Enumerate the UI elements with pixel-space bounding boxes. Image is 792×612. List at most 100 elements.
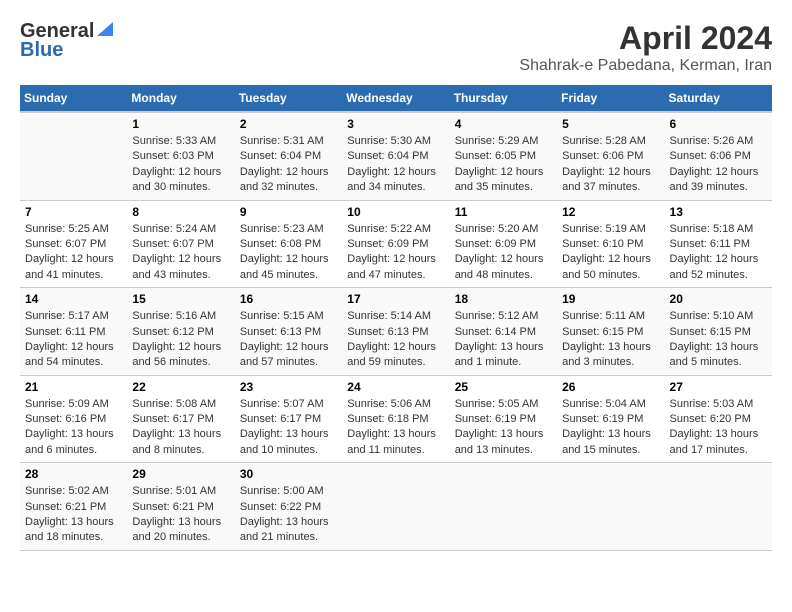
- day-info: Sunrise: 5:08 AM Sunset: 6:17 PM Dayligh…: [132, 397, 229, 459]
- day-number: 25: [455, 380, 552, 394]
- weekday-header-wednesday: Wednesday: [342, 85, 449, 112]
- day-info: Sunrise: 5:09 AM Sunset: 6:16 PM Dayligh…: [25, 397, 122, 459]
- day-number: 23: [240, 380, 337, 394]
- calendar-cell: 20 Sunrise: 5:10 AM Sunset: 6:15 PM Dayli…: [665, 288, 772, 376]
- calendar-cell: 5 Sunrise: 5:28 AM Sunset: 6:06 PM Daylig…: [557, 112, 664, 200]
- day-number: 24: [347, 380, 444, 394]
- day-number: 15: [132, 292, 229, 306]
- logo-blue-text: Blue: [20, 39, 63, 62]
- weekday-header-row: SundayMondayTuesdayWednesdayThursdayFrid…: [20, 85, 772, 112]
- calendar-cell: 17 Sunrise: 5:14 AM Sunset: 6:13 PM Dayli…: [342, 288, 449, 376]
- calendar-cell: 6Sunrise: 5:26 AM Sunset: 6:06 PM Daylig…: [665, 112, 772, 200]
- day-info: Sunrise: 5:23 AM Sunset: 6:08 PM Dayligh…: [240, 222, 337, 284]
- day-info: Sunrise: 5:33 AM Sunset: 6:03 PM Dayligh…: [132, 134, 229, 196]
- week-row-5: 28 Sunrise: 5:02 AM Sunset: 6:21 PM Dayli…: [20, 463, 772, 551]
- day-number: 10: [347, 205, 444, 219]
- day-info: Sunrise: 5:31 AM Sunset: 6:04 PM Dayligh…: [240, 134, 337, 196]
- calendar-cell: [20, 112, 127, 200]
- day-info: Sunrise: 5:25 AM Sunset: 6:07 PM Dayligh…: [25, 222, 122, 284]
- calendar-cell: 28 Sunrise: 5:02 AM Sunset: 6:21 PM Dayli…: [20, 463, 127, 551]
- day-number: 18: [455, 292, 552, 306]
- calendar-cell: 18 Sunrise: 5:12 AM Sunset: 6:14 PM Dayli…: [450, 288, 557, 376]
- logo: General Blue: [20, 20, 113, 62]
- calendar-cell: [665, 463, 772, 551]
- weekday-header-sunday: Sunday: [20, 85, 127, 112]
- calendar-cell: 26 Sunrise: 5:04 AM Sunset: 6:19 PM Dayli…: [557, 375, 664, 463]
- calendar-cell: 8Sunrise: 5:24 AM Sunset: 6:07 PM Daylig…: [127, 200, 234, 288]
- day-info: Sunrise: 5:17 AM Sunset: 6:11 PM Dayligh…: [25, 309, 122, 371]
- day-info: Sunrise: 5:19 AM Sunset: 6:10 PM Dayligh…: [562, 222, 659, 284]
- day-info: Sunrise: 5:14 AM Sunset: 6:13 PM Dayligh…: [347, 309, 444, 371]
- day-number: 12: [562, 205, 659, 219]
- day-info: Sunrise: 5:20 AM Sunset: 6:09 PM Dayligh…: [455, 222, 552, 284]
- day-info: Sunrise: 5:16 AM Sunset: 6:12 PM Dayligh…: [132, 309, 229, 371]
- day-number: 1: [132, 117, 229, 131]
- day-info: Sunrise: 5:07 AM Sunset: 6:17 PM Dayligh…: [240, 397, 337, 459]
- day-number: 30: [240, 467, 337, 481]
- calendar-cell: 12 Sunrise: 5:19 AM Sunset: 6:10 PM Dayli…: [557, 200, 664, 288]
- calendar-cell: 25 Sunrise: 5:05 AM Sunset: 6:19 PM Dayli…: [450, 375, 557, 463]
- day-number: 14: [25, 292, 122, 306]
- day-info: Sunrise: 5:26 AM Sunset: 6:06 PM Dayligh…: [670, 134, 767, 196]
- calendar-cell: 29 Sunrise: 5:01 AM Sunset: 6:21 PM Dayli…: [127, 463, 234, 551]
- calendar-cell: 3 Sunrise: 5:30 AM Sunset: 6:04 PM Daylig…: [342, 112, 449, 200]
- day-number: 28: [25, 467, 122, 481]
- week-row-1: 1 Sunrise: 5:33 AM Sunset: 6:03 PM Daylig…: [20, 112, 772, 200]
- calendar-cell: 7 Sunrise: 5:25 AM Sunset: 6:07 PM Daylig…: [20, 200, 127, 288]
- calendar-cell: 2 Sunrise: 5:31 AM Sunset: 6:04 PM Daylig…: [235, 112, 342, 200]
- week-row-4: 21 Sunrise: 5:09 AM Sunset: 6:16 PM Dayli…: [20, 375, 772, 463]
- day-info: Sunrise: 5:30 AM Sunset: 6:04 PM Dayligh…: [347, 134, 444, 196]
- calendar-cell: 30Sunrise: 5:00 AM Sunset: 6:22 PM Dayli…: [235, 463, 342, 551]
- calendar-table: SundayMondayTuesdayWednesdayThursdayFrid…: [20, 85, 772, 551]
- day-number: 27: [670, 380, 767, 394]
- calendar-cell: 23 Sunrise: 5:07 AM Sunset: 6:17 PM Dayli…: [235, 375, 342, 463]
- day-info: Sunrise: 5:18 AM Sunset: 6:11 PM Dayligh…: [670, 222, 767, 284]
- calendar-cell: 15 Sunrise: 5:16 AM Sunset: 6:12 PM Dayli…: [127, 288, 234, 376]
- day-info: Sunrise: 5:28 AM Sunset: 6:06 PM Dayligh…: [562, 134, 659, 196]
- day-info: Sunrise: 5:06 AM Sunset: 6:18 PM Dayligh…: [347, 397, 444, 459]
- day-number: 16: [240, 292, 337, 306]
- day-info: Sunrise: 5:11 AM Sunset: 6:15 PM Dayligh…: [562, 309, 659, 371]
- day-info: Sunrise: 5:12 AM Sunset: 6:14 PM Dayligh…: [455, 309, 552, 371]
- day-info: Sunrise: 5:01 AM Sunset: 6:21 PM Dayligh…: [132, 484, 229, 546]
- day-number: 20: [670, 292, 767, 306]
- logo-arrow-icon: [97, 18, 113, 41]
- week-row-2: 7 Sunrise: 5:25 AM Sunset: 6:07 PM Daylig…: [20, 200, 772, 288]
- weekday-header-saturday: Saturday: [665, 85, 772, 112]
- day-number: 7: [25, 205, 122, 219]
- day-number: 17: [347, 292, 444, 306]
- day-number: 2: [240, 117, 337, 131]
- weekday-header-monday: Monday: [127, 85, 234, 112]
- calendar-cell: 10Sunrise: 5:22 AM Sunset: 6:09 PM Dayli…: [342, 200, 449, 288]
- calendar-cell: 19Sunrise: 5:11 AM Sunset: 6:15 PM Dayli…: [557, 288, 664, 376]
- calendar-cell: 4Sunrise: 5:29 AM Sunset: 6:05 PM Daylig…: [450, 112, 557, 200]
- day-number: 26: [562, 380, 659, 394]
- day-info: Sunrise: 5:03 AM Sunset: 6:20 PM Dayligh…: [670, 397, 767, 459]
- calendar-cell: [557, 463, 664, 551]
- calendar-cell: 16Sunrise: 5:15 AM Sunset: 6:13 PM Dayli…: [235, 288, 342, 376]
- day-number: 29: [132, 467, 229, 481]
- day-info: Sunrise: 5:04 AM Sunset: 6:19 PM Dayligh…: [562, 397, 659, 459]
- day-number: 21: [25, 380, 122, 394]
- day-number: 3: [347, 117, 444, 131]
- calendar-cell: 21 Sunrise: 5:09 AM Sunset: 6:16 PM Dayli…: [20, 375, 127, 463]
- title-area: April 2024 Shahrak-e Pabedana, Kerman, I…: [519, 20, 772, 75]
- day-info: Sunrise: 5:05 AM Sunset: 6:19 PM Dayligh…: [455, 397, 552, 459]
- day-number: 5: [562, 117, 659, 131]
- calendar-cell: 24 Sunrise: 5:06 AM Sunset: 6:18 PM Dayli…: [342, 375, 449, 463]
- weekday-header-tuesday: Tuesday: [235, 85, 342, 112]
- day-info: Sunrise: 5:02 AM Sunset: 6:21 PM Dayligh…: [25, 484, 122, 546]
- calendar-cell: 9 Sunrise: 5:23 AM Sunset: 6:08 PM Daylig…: [235, 200, 342, 288]
- calendar-cell: 22Sunrise: 5:08 AM Sunset: 6:17 PM Dayli…: [127, 375, 234, 463]
- day-number: 8: [132, 205, 229, 219]
- weekday-header-friday: Friday: [557, 85, 664, 112]
- day-number: 9: [240, 205, 337, 219]
- calendar-cell: 1 Sunrise: 5:33 AM Sunset: 6:03 PM Daylig…: [127, 112, 234, 200]
- weekday-header-thursday: Thursday: [450, 85, 557, 112]
- calendar-cell: 14 Sunrise: 5:17 AM Sunset: 6:11 PM Dayli…: [20, 288, 127, 376]
- calendar-cell: 27 Sunrise: 5:03 AM Sunset: 6:20 PM Dayli…: [665, 375, 772, 463]
- calendar-cell: 13Sunrise: 5:18 AM Sunset: 6:11 PM Dayli…: [665, 200, 772, 288]
- calendar-cell: 11Sunrise: 5:20 AM Sunset: 6:09 PM Dayli…: [450, 200, 557, 288]
- calendar-body: 1 Sunrise: 5:33 AM Sunset: 6:03 PM Daylig…: [20, 112, 772, 550]
- day-info: Sunrise: 5:10 AM Sunset: 6:15 PM Dayligh…: [670, 309, 767, 371]
